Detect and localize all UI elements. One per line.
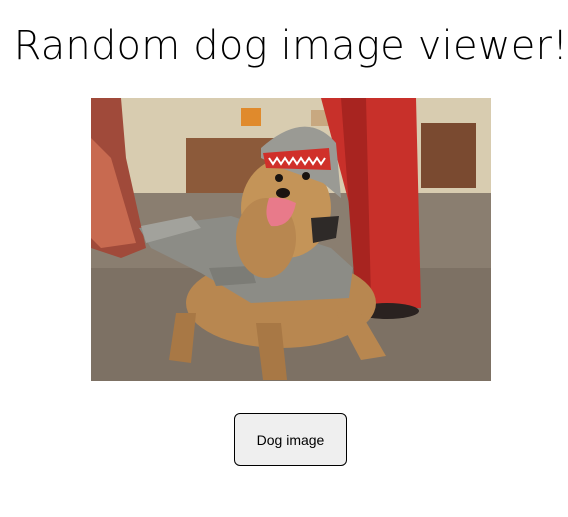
page-title: Random dog image viewer! xyxy=(13,23,568,69)
dog-photo xyxy=(91,98,491,381)
dog-image-button[interactable]: Dog image xyxy=(234,413,347,466)
